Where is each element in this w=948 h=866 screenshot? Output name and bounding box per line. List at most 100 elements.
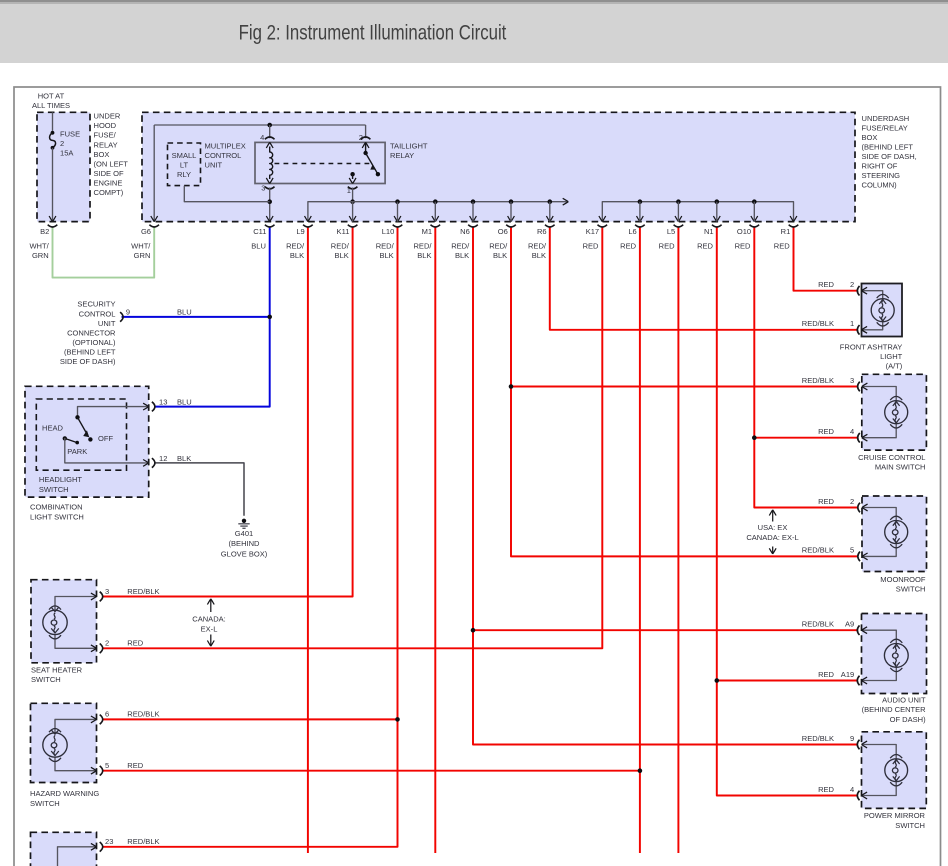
svg-text:LT: LT (180, 160, 189, 169)
svg-text:BLK: BLK (455, 251, 469, 260)
svg-text:(A/T): (A/T) (886, 361, 903, 370)
svg-text:ENGINE: ENGINE (94, 178, 123, 187)
svg-text:FUSE/: FUSE/ (94, 131, 117, 140)
svg-text:SWITCH: SWITCH (896, 585, 926, 594)
svg-text:K11: K11 (337, 227, 350, 236)
svg-text:PARK: PARK (67, 447, 87, 456)
svg-text:MAIN SWITCH: MAIN SWITCH (875, 463, 926, 472)
svg-text:BLK: BLK (417, 251, 431, 260)
svg-text:RED: RED (620, 241, 636, 250)
svg-text:15A: 15A (60, 148, 74, 157)
svg-text:AUDIO UNIT: AUDIO UNIT (882, 695, 926, 704)
svg-text:(BEHIND CENTER: (BEHIND CENTER (862, 705, 927, 714)
svg-text:RED: RED (818, 427, 834, 436)
svg-text:RIGHT OF: RIGHT OF (862, 161, 898, 170)
svg-text:BOX: BOX (94, 150, 110, 159)
svg-text:UNDERDASH: UNDERDASH (862, 114, 910, 123)
svg-text:RLY: RLY (177, 170, 191, 179)
svg-text:HAZARD WARNING: HAZARD WARNING (30, 789, 99, 798)
svg-text:RED: RED (127, 639, 143, 648)
svg-text:USA: EX: USA: EX (758, 523, 788, 532)
svg-text:SMALL: SMALL (172, 151, 197, 160)
svg-text:L5: L5 (667, 227, 675, 236)
svg-text:(OPTIONAL): (OPTIONAL) (72, 338, 116, 347)
svg-text:2: 2 (359, 133, 363, 142)
svg-text:OFF: OFF (98, 434, 113, 443)
svg-text:FUSE: FUSE (60, 129, 80, 138)
svg-text:COMBINATION: COMBINATION (30, 503, 83, 512)
svg-text:5: 5 (850, 546, 854, 555)
svg-text:LIGHT SWITCH: LIGHT SWITCH (30, 512, 84, 521)
svg-text:UNIT: UNIT (205, 160, 223, 169)
svg-text:(ON LEFT: (ON LEFT (94, 159, 129, 168)
svg-text:CONNECTOR: CONNECTOR (67, 328, 116, 337)
svg-text:RED/BLK: RED/BLK (802, 734, 834, 743)
svg-text:(BEHIND LEFT: (BEHIND LEFT (64, 347, 116, 356)
svg-text:BOX: BOX (862, 133, 878, 142)
svg-text:STEERING: STEERING (862, 171, 901, 180)
svg-text:13: 13 (159, 398, 167, 407)
svg-text:RED/: RED/ (489, 241, 508, 250)
svg-text:1: 1 (850, 319, 854, 328)
svg-text:N6: N6 (460, 227, 470, 236)
svg-text:CANADA: EX-L: CANADA: EX-L (746, 533, 798, 542)
svg-text:3: 3 (105, 587, 109, 596)
svg-text:(BEHIND LEFT: (BEHIND LEFT (862, 142, 914, 151)
svg-text:WHT/: WHT/ (29, 241, 49, 250)
svg-text:UNDER: UNDER (94, 112, 121, 121)
svg-text:L9: L9 (296, 227, 304, 236)
svg-text:RED/: RED/ (331, 241, 350, 250)
svg-text:COMPT): COMPT) (94, 188, 124, 197)
svg-text:OF DASH): OF DASH) (890, 715, 926, 724)
svg-text:ALL TIMES: ALL TIMES (32, 101, 70, 110)
svg-text:RED: RED (127, 761, 143, 770)
svg-text:9: 9 (126, 308, 130, 317)
svg-text:RED/BLK: RED/BLK (127, 837, 159, 846)
svg-text:R6: R6 (537, 227, 547, 236)
svg-text:CANADA:: CANADA: (192, 614, 225, 623)
svg-text:R1: R1 (781, 227, 791, 236)
svg-text:A19: A19 (841, 670, 854, 679)
svg-text:FUSE/RELAY: FUSE/RELAY (862, 123, 908, 132)
svg-text:WHT/: WHT/ (131, 241, 151, 250)
svg-text:SEAT HEATER: SEAT HEATER (31, 665, 83, 674)
svg-text:TAILLIGHT: TAILLIGHT (390, 141, 428, 150)
svg-text:(BEHIND: (BEHIND (229, 539, 260, 548)
svg-text:LIGHT: LIGHT (880, 352, 903, 361)
svg-text:2: 2 (60, 139, 64, 148)
svg-text:RED: RED (818, 497, 834, 506)
svg-text:BLU: BLU (177, 398, 192, 407)
svg-text:2: 2 (850, 497, 854, 506)
svg-text:SIDE OF: SIDE OF (94, 169, 124, 178)
svg-text:L10: L10 (382, 227, 395, 236)
svg-text:SWITCH: SWITCH (31, 675, 61, 684)
svg-text:HEAD: HEAD (42, 423, 63, 432)
svg-text:CONTROL: CONTROL (79, 309, 116, 318)
svg-text:RED/: RED/ (451, 241, 470, 250)
svg-text:FRONT ASHTRAY: FRONT ASHTRAY (840, 342, 902, 351)
svg-text:RELAY: RELAY (94, 140, 118, 149)
svg-text:CRUISE CONTROL: CRUISE CONTROL (858, 453, 925, 462)
svg-text:RED/: RED/ (413, 241, 432, 250)
svg-text:GLOVE BOX): GLOVE BOX) (221, 549, 268, 558)
svg-text:HOT AT: HOT AT (38, 91, 65, 100)
svg-text:HOOD: HOOD (94, 121, 117, 130)
svg-text:RED: RED (659, 241, 675, 250)
svg-text:RED/BLK: RED/BLK (127, 710, 159, 719)
svg-text:N1: N1 (704, 227, 714, 236)
svg-text:C11: C11 (253, 227, 266, 236)
svg-text:RED/: RED/ (286, 241, 305, 250)
svg-text:MOONROOF: MOONROOF (880, 575, 926, 584)
svg-text:G6: G6 (141, 227, 151, 236)
svg-text:POWER MIRROR: POWER MIRROR (864, 811, 926, 820)
svg-text:BLK: BLK (532, 251, 546, 260)
svg-text:BLU: BLU (177, 308, 192, 317)
svg-text:RED/BLK: RED/BLK (802, 619, 834, 628)
svg-text:RED: RED (818, 280, 834, 289)
svg-text:O6: O6 (498, 227, 508, 236)
svg-text:RED: RED (818, 670, 834, 679)
svg-text:5: 5 (105, 761, 109, 770)
svg-text:BLU: BLU (251, 241, 266, 250)
svg-text:Fig 2: Instrument Illumination: Fig 2: Instrument Illumination Circuit (239, 22, 507, 45)
svg-text:GRN: GRN (134, 251, 151, 260)
